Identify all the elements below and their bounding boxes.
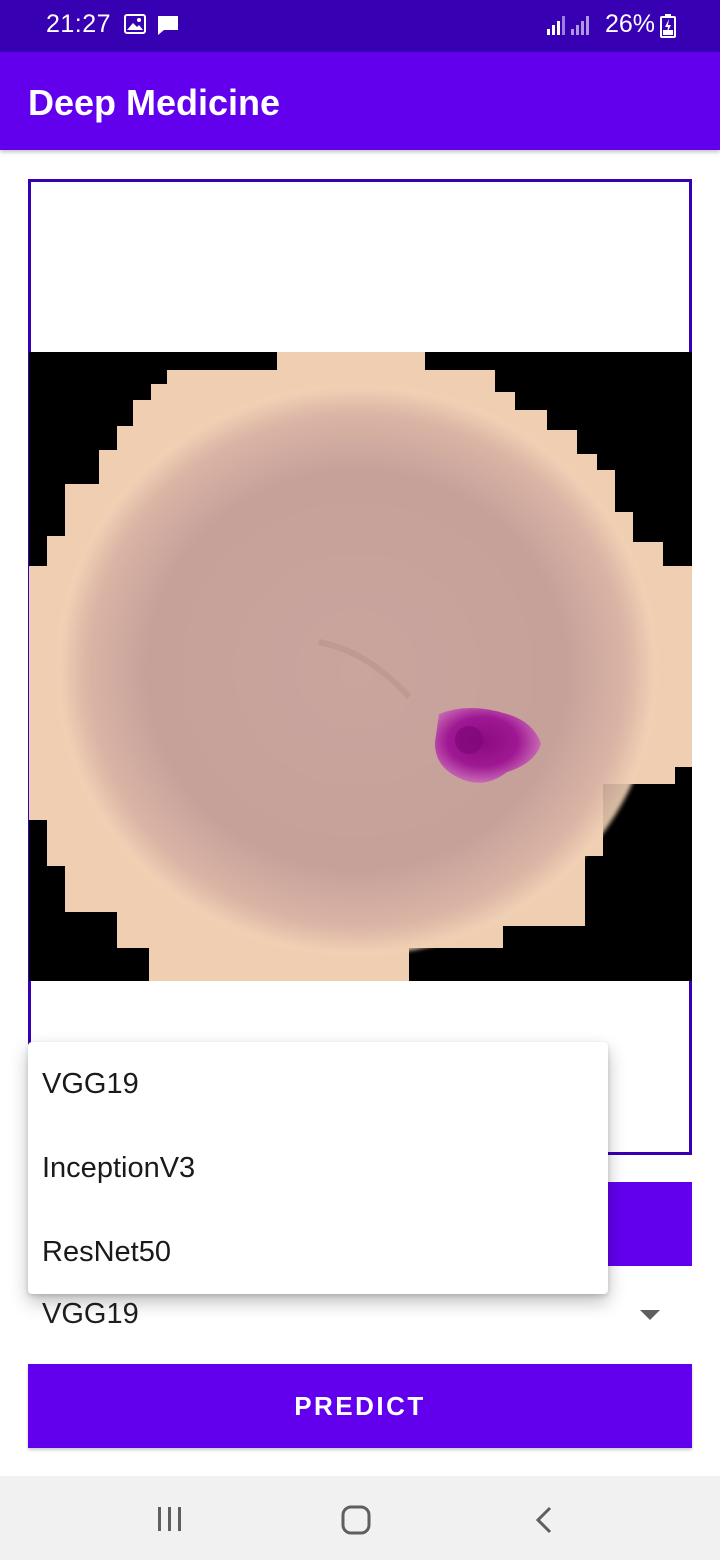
dropdown-option-resnet50[interactable]: ResNet50 — [28, 1210, 608, 1294]
home-icon[interactable] — [340, 1504, 374, 1541]
dropdown-option-label: ResNet50 — [42, 1236, 171, 1268]
dropdown-option-vgg19[interactable]: VGG19 — [28, 1042, 608, 1126]
back-icon[interactable] — [532, 1504, 556, 1541]
status-time: 21:27 — [46, 10, 112, 38]
signal-icon-2 — [570, 14, 592, 41]
app-title: Deep Medicine — [28, 82, 281, 123]
dropdown-option-label: InceptionV3 — [42, 1152, 196, 1184]
battery-percentage: 26% — [605, 10, 656, 38]
message-icon — [156, 14, 180, 41]
predict-button[interactable]: PREDICT — [28, 1364, 692, 1448]
spinner-selected-value: VGG19 — [42, 1298, 139, 1330]
signal-icon — [546, 14, 568, 41]
recents-icon[interactable] — [152, 1504, 188, 1539]
gallery-icon — [124, 14, 146, 39]
dropdown-arrow-icon — [640, 1310, 660, 1320]
blood-cell-image — [29, 352, 692, 981]
dropdown-option-label: VGG19 — [42, 1068, 139, 1100]
app-bar: Deep Medicine — [0, 52, 720, 150]
status-bar: 21:27 26% — [0, 0, 720, 52]
model-dropdown-menu: VGG19 InceptionV3 ResNet50 — [28, 1042, 608, 1294]
dropdown-option-inceptionv3[interactable]: InceptionV3 — [28, 1126, 608, 1210]
navigation-bar — [0, 1476, 720, 1560]
battery-charging-icon — [660, 14, 676, 43]
